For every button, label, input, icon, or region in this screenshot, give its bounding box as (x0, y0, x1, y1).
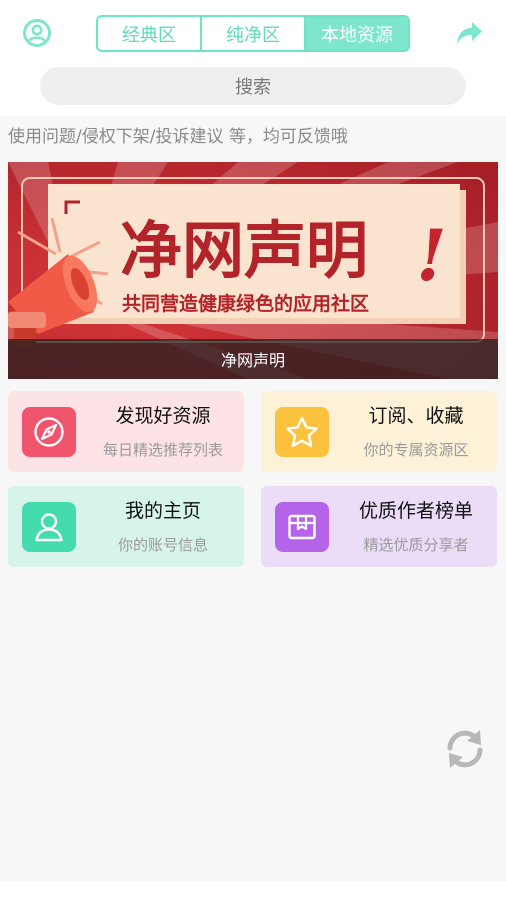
bottom-edge (0, 882, 506, 901)
card-my-homepage[interactable]: 我的主页 你的账号信息 (8, 486, 244, 567)
banner-headline: 净网声明 (120, 214, 368, 287)
card-title: 发现好资源 (115, 405, 211, 427)
share-arrow-icon[interactable] (453, 18, 485, 48)
card-discover-resources[interactable]: 发现好资源 每日精选推荐列表 (8, 391, 244, 472)
refresh-icon[interactable] (442, 726, 488, 772)
section-tabs: 经典区 纯净区 本地资源 (96, 15, 410, 52)
card-title: 优质作者榜单 (358, 500, 473, 522)
feedback-notice[interactable]: 使用问题/侵权下架/投诉建议 等，均可反馈哦 (8, 122, 348, 147)
app-screen: 经典区 纯净区 本地资源 搜索 使用问题/侵权下架/投诉建议 等，均可反馈哦 净… (0, 0, 506, 901)
banner-slogan: 共同营造健康绿色的应用社区 (122, 292, 369, 315)
card-title: 我的主页 (124, 500, 201, 522)
search-input[interactable]: 搜索 (40, 67, 466, 105)
card-subtitle: 你的账号信息 (117, 536, 208, 554)
card-title: 订阅、收藏 (368, 405, 464, 427)
card-subtitle: 每日精选推荐列表 (102, 441, 223, 459)
compass-icon (22, 407, 76, 457)
box-icon (275, 502, 329, 552)
user-circle-icon[interactable] (22, 18, 52, 48)
tab-classic[interactable]: 经典区 (98, 17, 200, 50)
user-icon (22, 502, 76, 552)
announcement-banner[interactable]: 净网声明 ! 共同营造健康绿色的应用社区 净网声明 (8, 162, 498, 379)
tab-local-resources[interactable]: 本地资源 (304, 17, 408, 50)
top-bar: 经典区 纯净区 本地资源 搜索 (0, 0, 506, 116)
tab-clean[interactable]: 纯净区 (200, 17, 304, 50)
card-subtitle: 精选优质分享者 (363, 536, 469, 554)
search-placeholder: 搜索 (235, 77, 271, 98)
card-subtitle: 你的专属资源区 (363, 441, 469, 459)
banner-caption: 净网声明 (8, 339, 498, 379)
card-top-authors[interactable]: 优质作者榜单 精选优质分享者 (261, 486, 497, 567)
star-icon (275, 407, 329, 457)
banner-exclamation: ! (416, 214, 447, 297)
card-subscribe-favorites[interactable]: 订阅、收藏 你的专属资源区 (261, 391, 497, 472)
